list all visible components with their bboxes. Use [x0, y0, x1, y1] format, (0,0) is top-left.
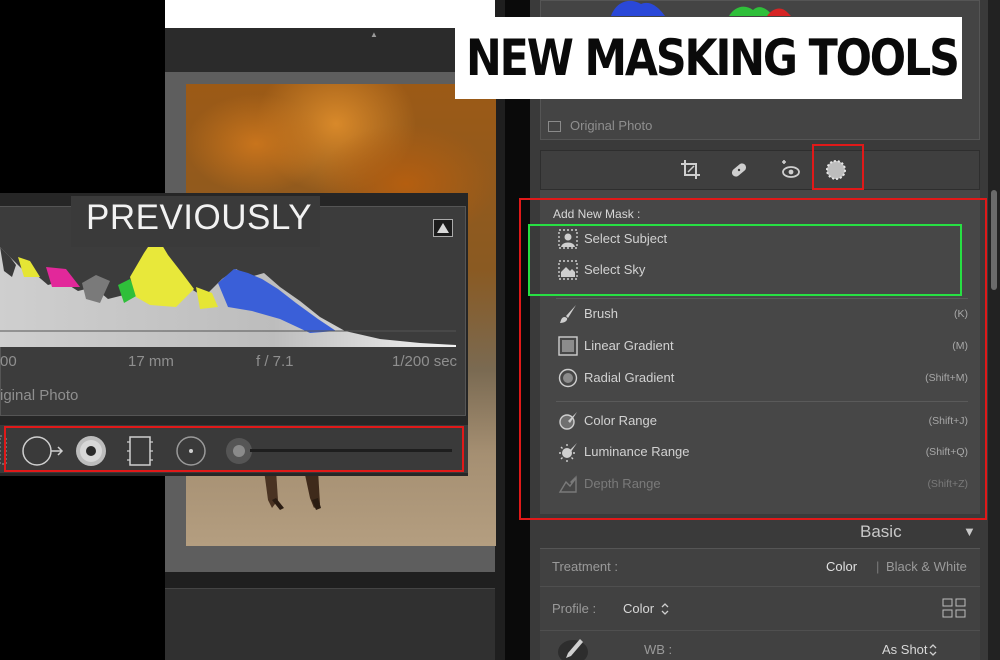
profile-dropdown[interactable]: Color — [623, 601, 654, 616]
previous-aperture-readout: f / 7.1 — [256, 353, 294, 370]
crop-icon[interactable] — [679, 158, 703, 182]
treatment-color-option[interactable]: Color — [826, 559, 857, 574]
histogram-graph — [611, 0, 791, 16]
previously-badge-text: PREVIOUSLY — [86, 198, 313, 237]
profile-dropdown-arrows-icon[interactable] — [660, 602, 670, 616]
wb-dropdown-arrows-icon[interactable] — [928, 643, 938, 657]
histogram-expand-icon[interactable] — [433, 219, 453, 237]
basic-collapse-icon[interactable]: ▼ — [963, 524, 976, 539]
panel-scrollbar[interactable] — [988, 0, 1000, 660]
title-text: NEW MASKING TOOLS — [466, 29, 960, 87]
profile-label: Profile : — [552, 601, 597, 616]
collapse-arrow-icon[interactable]: ▲ — [370, 30, 378, 39]
animal-legs-graphic — [264, 470, 321, 510]
profile-browser-grid-icon[interactable] — [942, 598, 966, 618]
top-panel-strip — [165, 28, 495, 72]
treatment-divider: | — [876, 559, 880, 574]
healing-icon[interactable] — [727, 158, 751, 182]
treatment-label: Treatment : — [552, 559, 618, 574]
top-white-strip — [165, 0, 495, 28]
previous-tools-highlight — [4, 426, 464, 472]
wb-eyedropper-icon[interactable] — [556, 636, 590, 660]
previous-iso-readout: 00 — [0, 353, 17, 370]
original-photo-checkbox[interactable] — [548, 121, 561, 132]
masking-tool-highlight — [812, 144, 864, 190]
treatment-bw-option[interactable]: Black & White — [886, 559, 967, 574]
red-eye-icon[interactable] — [778, 158, 802, 182]
previous-shutter-readout: 1/200 sec — [392, 353, 458, 370]
basic-panel-header[interactable]: Basic — [860, 522, 902, 542]
panel-scrollbar-thumb[interactable] — [991, 190, 997, 290]
tool-strip — [540, 150, 980, 190]
ai-mask-highlight — [528, 224, 962, 296]
wb-dropdown[interactable]: As Shot — [882, 642, 928, 657]
basic-divider — [540, 630, 980, 631]
basic-divider — [540, 586, 980, 587]
filmstrip-bar — [165, 588, 495, 660]
wb-label: WB : — [644, 642, 673, 657]
previous-focal-length-readout: 17 mm — [128, 353, 174, 370]
original-photo-label: Original Photo — [570, 118, 653, 133]
previous-original-photo-label: iginal Photo — [0, 387, 79, 404]
